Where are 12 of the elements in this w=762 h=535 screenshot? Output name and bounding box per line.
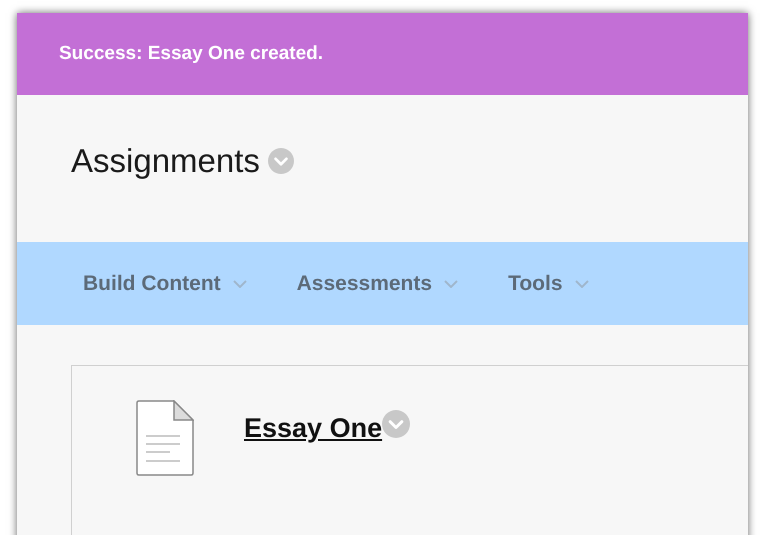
menu-button[interactable]: Tools [508,268,589,300]
caret-icon [444,280,458,288]
menu-button[interactable]: Build Content [83,268,247,300]
chevron-down-icon[interactable] [382,410,410,438]
chevron-down-icon[interactable] [268,148,294,174]
page-title: Assignments [71,140,260,181]
document-icon [136,400,194,476]
success-message: Success: Essay One created. [59,42,324,66]
caret-icon [232,280,247,288]
assignment-link[interactable]: Essay One [244,408,382,448]
caret-icon [574,280,589,288]
menu-button[interactable]: Assessments [296,268,458,300]
